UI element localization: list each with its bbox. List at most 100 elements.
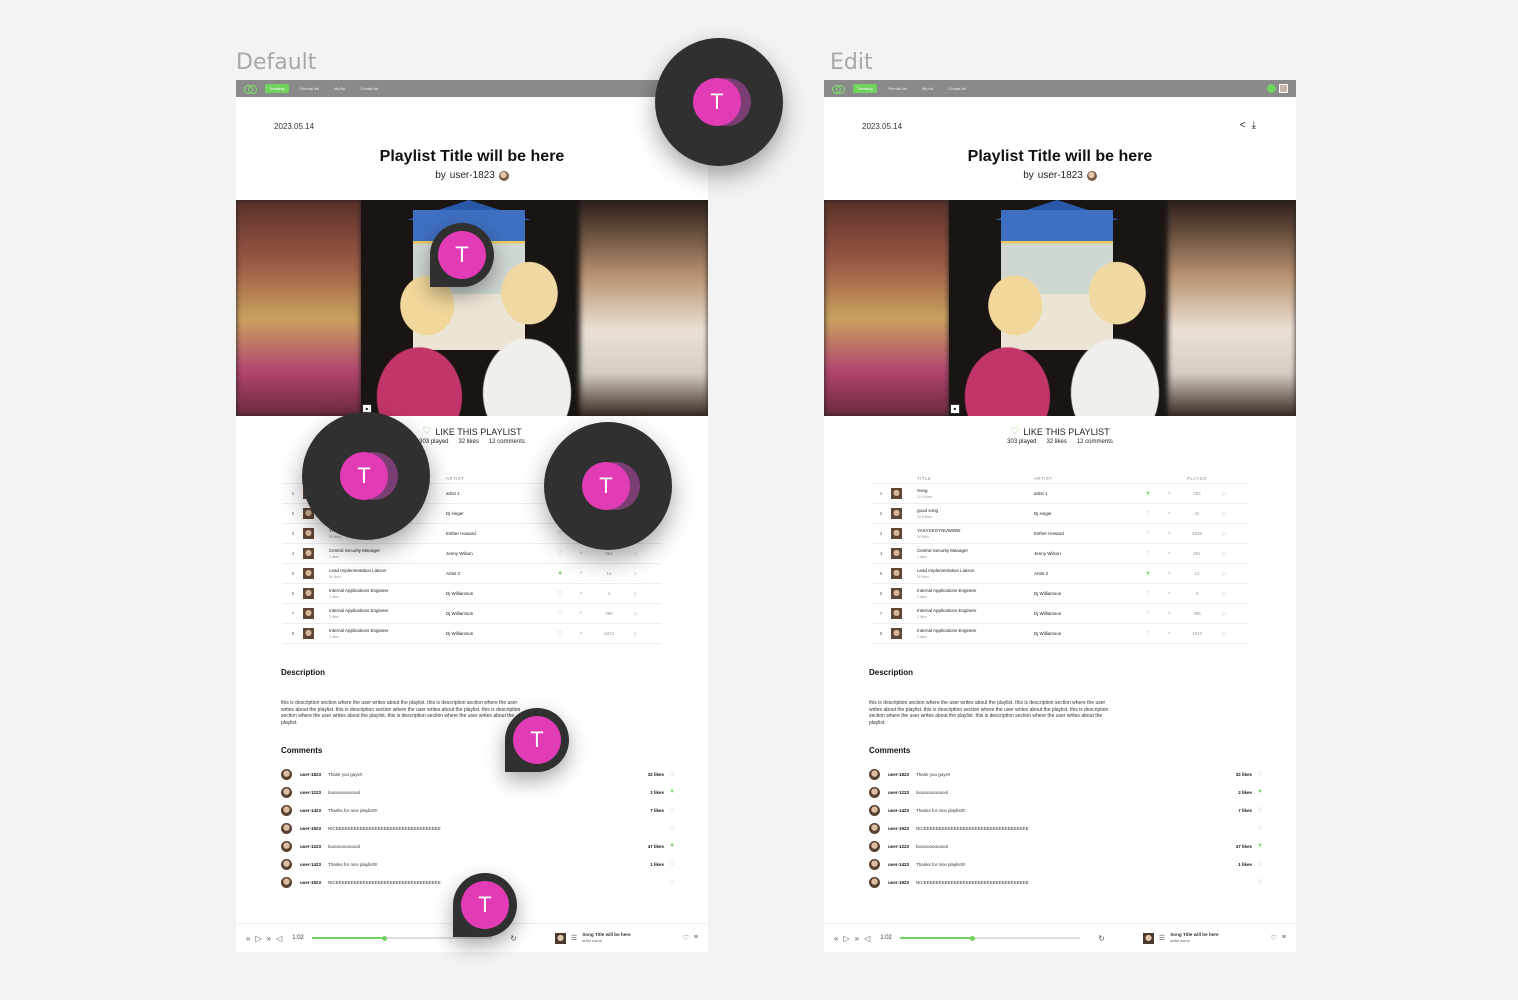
nav-tab-create-list[interactable]: Create list [944, 84, 970, 93]
avatar[interactable] [281, 786, 292, 798]
heart-icon[interactable]: ♥ [1138, 491, 1158, 497]
nav-tab-friends-list[interactable]: Friends list [884, 84, 911, 93]
track-artist[interactable]: Dj Williamson [446, 611, 550, 616]
add-icon[interactable]: + [570, 631, 592, 637]
play-icon[interactable]: ▷ [626, 551, 646, 557]
previous-icon[interactable]: « [834, 934, 838, 943]
comment-marker-stack[interactable]: T [544, 422, 672, 550]
track-row[interactable]: 2good song32.5 likesDj singer♡+41▷ [871, 504, 1249, 524]
progress-handle[interactable] [381, 935, 387, 941]
comment-user[interactable]: user-1923 [888, 880, 916, 885]
add-icon[interactable]: + [1158, 571, 1180, 577]
avatar[interactable] [281, 822, 292, 834]
repeat-icon[interactable]: ↻ [1098, 934, 1105, 943]
track-row[interactable]: 8 Internal Applications Engineer 2 likes Dj… [871, 624, 1249, 644]
heart-icon[interactable]: ♡ [1256, 879, 1264, 886]
queue-icon[interactable]: ☰ [571, 934, 577, 942]
heart-icon[interactable]: ♡ [1256, 771, 1264, 778]
nav-tab-friends-list[interactable]: Friends list [296, 84, 323, 93]
comment-user[interactable]: user-1223 [300, 790, 328, 795]
heart-icon[interactable]: ♡ [550, 550, 570, 557]
nav-tab-trending[interactable]: Trending [853, 84, 877, 93]
track-row[interactable]: 4 Central Security Manager 1 likes Jenny Wi… [871, 544, 1249, 564]
heart-icon[interactable]: ♡ [668, 771, 676, 778]
track-row[interactable]: 5 Lead Implementation Liaison 50 likes Arti… [871, 564, 1249, 584]
add-icon[interactable]: + [1158, 511, 1180, 517]
heart-icon[interactable]: ♡ [1271, 934, 1277, 942]
heart-icon[interactable]: ♡ [1256, 861, 1264, 868]
avatar[interactable] [281, 840, 292, 852]
comment-user[interactable]: user-1823 [300, 772, 328, 777]
play-icon[interactable]: ▷ [626, 611, 646, 617]
author-name[interactable]: user-1823 [450, 170, 495, 181]
track-artist[interactable]: Dj Williamson [1034, 631, 1138, 636]
add-icon[interactable]: + [1158, 491, 1180, 497]
previous-icon[interactable]: « [246, 934, 250, 943]
add-icon[interactable]: + [570, 571, 592, 577]
play-icon[interactable]: ▷ [626, 591, 646, 597]
comment-user[interactable]: user-1923 [300, 826, 328, 831]
heart-icon[interactable]: ♡ [550, 610, 570, 617]
link-logo-icon[interactable] [832, 84, 845, 94]
author-avatar[interactable] [1086, 170, 1097, 181]
avatar[interactable] [869, 822, 880, 834]
track-artist[interactable]: Esther Howard [446, 531, 550, 536]
avatar[interactable] [869, 768, 880, 780]
volume-icon[interactable]: ◁ [276, 934, 282, 943]
track-artist[interactable]: Dj Williamson [1034, 591, 1138, 596]
comment-user[interactable]: user-1223 [888, 844, 916, 849]
progress-handle[interactable] [969, 935, 975, 941]
heart-icon[interactable]: ♥ [668, 789, 676, 795]
next-icon[interactable]: » [267, 934, 271, 943]
share-icon[interactable]: < [1240, 120, 1246, 131]
heart-icon[interactable]: ♡ [668, 825, 676, 832]
play-icon[interactable]: ▷ [626, 571, 646, 577]
heart-icon[interactable]: ♡ [550, 590, 570, 597]
link-logo-icon[interactable] [244, 84, 257, 94]
track-artist[interactable]: Dj Williamson [446, 591, 550, 596]
add-icon[interactable]: + [1158, 531, 1180, 537]
comment-marker-stack[interactable]: T [655, 38, 783, 166]
avatar[interactable] [869, 786, 880, 798]
avatar[interactable] [869, 858, 880, 870]
heart-icon[interactable]: ♡ [668, 879, 676, 886]
add-icon[interactable]: + [570, 611, 592, 617]
track-row[interactable]: 6 Internal Applications Engineer 2 likes Dj… [871, 584, 1249, 604]
nav-tab-my-list[interactable]: My list [918, 84, 937, 93]
play-icon[interactable]: ▷ [843, 934, 849, 943]
heart-icon[interactable]: ♡ [1138, 630, 1158, 637]
add-icon[interactable]: + [1158, 591, 1180, 597]
progress-bar[interactable] [312, 935, 493, 941]
heart-icon[interactable]: ♡ [683, 934, 689, 942]
track-artist[interactable]: Dj singer [446, 511, 550, 516]
comment-pin[interactable]: T [453, 873, 517, 937]
track-artist[interactable]: Jenny Wilson [1034, 551, 1138, 556]
queue-icon[interactable]: ☰ [1159, 934, 1165, 942]
track-row[interactable]: 7 Internal Applications Engineer 2 likes Dj… [283, 604, 661, 624]
playlist-icon[interactable]: ≡ [1282, 934, 1286, 942]
progress-bar[interactable] [900, 935, 1081, 941]
author-avatar[interactable] [498, 170, 509, 181]
play-icon[interactable]: ▷ [255, 934, 261, 943]
add-icon[interactable]: + [570, 551, 592, 557]
track-row[interactable]: 3YASYSKOYNUWWW50 likesEsther Howard♡+383… [871, 524, 1249, 544]
heart-icon[interactable]: ♡ [1256, 807, 1264, 814]
nav-tab-my-list[interactable]: My list [330, 84, 349, 93]
heart-icon[interactable]: ♡ [1138, 550, 1158, 557]
download-icon[interactable]: ⤓ [1252, 120, 1256, 131]
track-row[interactable]: 1Song32.5 likesartist 1♥+252▷ [871, 484, 1249, 504]
heart-icon[interactable]: ♡ [1138, 590, 1158, 597]
track-row[interactable]: 7 Internal Applications Engineer 2 likes Dj… [871, 604, 1249, 624]
track-row[interactable]: 5 Lead Implementation Liaison 50 likes Arti… [283, 564, 661, 584]
comment-user[interactable]: user-1923 [888, 826, 916, 831]
add-icon[interactable]: + [1158, 631, 1180, 637]
comment-user[interactable]: user-1423 [888, 862, 916, 867]
avatar[interactable] [281, 858, 292, 870]
next-icon[interactable]: » [855, 934, 859, 943]
heart-icon[interactable]: ♡ [1138, 510, 1158, 517]
play-icon[interactable]: ▷ [1214, 631, 1234, 637]
play-icon[interactable]: ▷ [1214, 491, 1234, 497]
repeat-icon[interactable]: ↻ [510, 934, 517, 943]
avatar[interactable] [869, 876, 880, 888]
comment-user[interactable]: user-1423 [300, 862, 328, 867]
